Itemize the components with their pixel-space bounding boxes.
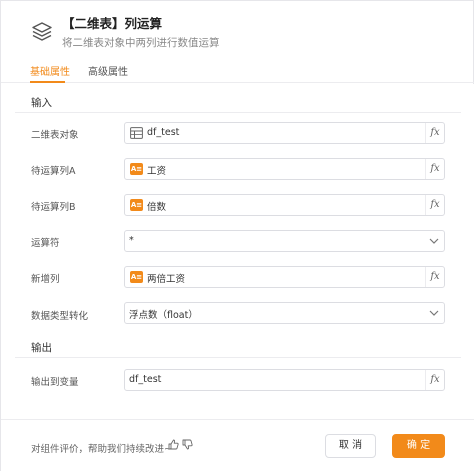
- output-section-title: 输出: [31, 342, 52, 354]
- dialog-footer: 对组件评价，帮助我们持续改进~ 取 消 确 定: [1, 419, 474, 471]
- table-icon: [130, 127, 143, 139]
- column-b-value: 倍数: [147, 202, 167, 213]
- operator-label: 运算符: [31, 238, 60, 249]
- new-column-value: 两倍工资: [147, 274, 186, 285]
- confirm-button[interactable]: 确 定: [392, 434, 445, 458]
- table-object-value: df_test: [147, 127, 180, 138]
- column-b-field[interactable]: A≡ 倍数 fx: [124, 194, 445, 216]
- dialog: 【二维表】列运算 将二维表对象中两列进行数值运算 基础属性 高级属性 输入 二维…: [0, 0, 474, 471]
- column-b-label: 待运算列B: [31, 202, 76, 213]
- tab-basic-properties[interactable]: 基础属性: [30, 63, 70, 78]
- cancel-button[interactable]: 取 消: [325, 434, 376, 458]
- column-a-field[interactable]: A≡ 工资 fx: [124, 158, 445, 180]
- output-variable-field[interactable]: df_test fx: [124, 369, 445, 391]
- dtype-value: 浮点数（float）: [129, 310, 198, 321]
- thumbs-down-icon[interactable]: [182, 439, 193, 450]
- fx-icon[interactable]: fx: [425, 267, 444, 287]
- new-column-field[interactable]: A≡ 两倍工资 fx: [124, 266, 445, 288]
- chevron-down-icon: [429, 310, 439, 316]
- properties-body: 输入 二维表对象 df_test fx 待运算列A A≡ 工资 fx 待运算列B…: [1, 84, 474, 419]
- feedback-text: 对组件评价，帮助我们持续改进~: [31, 444, 172, 455]
- output-variable-value: df_test: [129, 374, 162, 385]
- operator-value: *: [129, 235, 134, 246]
- ab-text-icon: A≡: [130, 163, 143, 175]
- layers-icon: [32, 22, 52, 41]
- section-divider: [15, 112, 461, 113]
- thumbs-up-icon[interactable]: [168, 439, 179, 450]
- dtype-select[interactable]: 浮点数（float）: [124, 302, 445, 324]
- page-subtitle: 将二维表对象中两列进行数值运算: [62, 37, 220, 49]
- dialog-header: 【二维表】列运算 将二维表对象中两列进行数值运算: [1, 1, 474, 57]
- table-object-field[interactable]: df_test fx: [124, 122, 445, 144]
- operator-select[interactable]: *: [124, 230, 445, 252]
- tab-advanced-properties[interactable]: 高级属性: [88, 63, 128, 78]
- output-variable-label: 输出到变量: [31, 377, 79, 388]
- active-tab-indicator: [30, 81, 65, 83]
- section-divider: [15, 357, 461, 358]
- column-a-label: 待运算列A: [31, 166, 76, 177]
- new-column-label: 新增列: [31, 274, 60, 285]
- chevron-down-icon: [429, 238, 439, 244]
- page-title: 【二维表】列运算: [62, 16, 163, 31]
- ab-text-icon: A≡: [130, 199, 143, 211]
- fx-icon[interactable]: fx: [425, 159, 444, 179]
- tab-bar: 基础属性 高级属性: [1, 57, 474, 83]
- column-a-value: 工资: [147, 166, 167, 177]
- input-section-title: 输入: [31, 97, 52, 109]
- fx-icon[interactable]: fx: [425, 195, 444, 215]
- ab-text-icon: A≡: [130, 271, 143, 283]
- fx-icon[interactable]: fx: [425, 123, 444, 143]
- dtype-label: 数据类型转化: [31, 311, 89, 322]
- table-object-label: 二维表对象: [31, 130, 79, 141]
- fx-icon[interactable]: fx: [425, 370, 444, 390]
